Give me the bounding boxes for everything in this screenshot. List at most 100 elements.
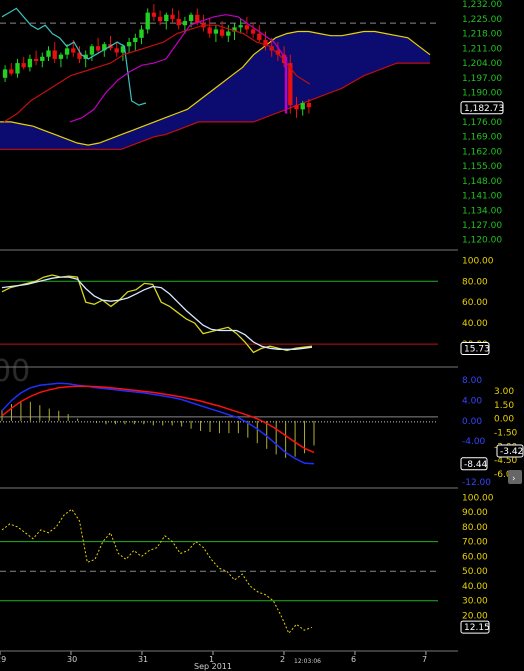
watermark-text: 00 bbox=[0, 354, 30, 389]
candle-body bbox=[89, 46, 95, 55]
candle-body bbox=[170, 14, 175, 19]
price-axis-label: 1,211.00 bbox=[462, 44, 502, 54]
osc-axis-label: 70.00 bbox=[462, 538, 488, 548]
price-axis-label: 1,190.00 bbox=[462, 89, 502, 99]
macd-left-axis-label: 8.00 bbox=[462, 376, 482, 386]
price-axis-label: 1,162.00 bbox=[462, 147, 502, 157]
candle-body bbox=[176, 18, 181, 26]
price-axis-label: 1,218.00 bbox=[462, 30, 502, 40]
candle-body bbox=[139, 29, 144, 38]
price-axis-label: 1,176.00 bbox=[462, 118, 502, 128]
candle-body bbox=[244, 25, 250, 30]
price-axis-label: 1,141.00 bbox=[462, 192, 502, 202]
candle-body bbox=[157, 16, 163, 22]
candle-body bbox=[213, 29, 219, 34]
candle-body bbox=[164, 14, 169, 22]
macd-left-axis-label: 4.00 bbox=[462, 397, 482, 407]
candle-body bbox=[40, 56, 45, 61]
x-time-label: 12:03:06 bbox=[294, 658, 321, 665]
x-tick-label: 2 bbox=[280, 655, 285, 664]
scroll-arrow-icon[interactable]: › bbox=[512, 474, 516, 484]
candle-body bbox=[226, 31, 231, 36]
price-axis-label: 1,204.00 bbox=[462, 59, 502, 69]
osc-axis-label: 100.00 bbox=[462, 493, 494, 503]
stoch-axis-label: 60.00 bbox=[462, 298, 488, 308]
osc-axis-label: 90.00 bbox=[462, 508, 488, 518]
osc-axis-label: 40.00 bbox=[462, 582, 488, 592]
candle-body bbox=[250, 29, 256, 34]
macd-last-value-left-text: -8.44 bbox=[464, 460, 488, 470]
candle-body bbox=[64, 48, 70, 55]
macd-left-axis-label: -4.00 bbox=[462, 437, 486, 447]
candle-body bbox=[182, 21, 188, 26]
stoch-axis-label: 40.00 bbox=[462, 319, 488, 329]
price-axis-label: 1,127.00 bbox=[462, 221, 502, 231]
scroll-handle[interactable]: › bbox=[508, 470, 522, 484]
macd-right-axis-label: -1.50 bbox=[494, 429, 518, 439]
candle-body bbox=[133, 37, 138, 43]
price-panel: 1,232.00 1,225.00 1,218.00 1,211.00 1,204.00… bbox=[0, 0, 502, 246]
x-tick-label: 29 bbox=[0, 655, 6, 664]
candle-body bbox=[52, 50, 57, 59]
price-axis-label: 1,155.00 bbox=[462, 162, 502, 172]
candle-body bbox=[207, 27, 212, 34]
x-tick-label: 30 bbox=[67, 655, 77, 664]
candle-body bbox=[21, 63, 26, 68]
candle-body bbox=[294, 105, 299, 110]
osc-axis-label: 80.00 bbox=[462, 523, 488, 533]
candle-body bbox=[46, 50, 51, 57]
candle-body bbox=[114, 48, 119, 53]
candle-body bbox=[33, 58, 39, 61]
x-month-label: Sep 2011 bbox=[194, 662, 232, 671]
candle-body bbox=[71, 48, 76, 53]
stoch-d-line bbox=[1, 276, 313, 350]
candle-body bbox=[306, 103, 312, 108]
candle-body bbox=[257, 33, 262, 40]
osc-axis-label: 50.00 bbox=[462, 567, 488, 577]
stoch-axis-label: 100.00 bbox=[462, 256, 494, 266]
x-axis: 2930311267Sep 201112:03:06 bbox=[0, 651, 427, 671]
macd-right-axis-label: 0.00 bbox=[494, 415, 514, 425]
macd-right-axis-label: 3.00 bbox=[494, 387, 514, 397]
candle-body bbox=[58, 54, 64, 59]
price-axis-label: 1,120.00 bbox=[462, 236, 502, 246]
osc-axis-label: 60.00 bbox=[462, 552, 488, 562]
oscillator-panel: 100.00 90.00 80.00 70.00 60.00 50.00 40.00 30.0… bbox=[0, 493, 494, 636]
candle-body bbox=[188, 14, 194, 22]
candle-body bbox=[300, 103, 305, 110]
x-tick-label: 6 bbox=[351, 655, 356, 664]
macd-last-value-right-text: -3.42 bbox=[500, 447, 523, 457]
price-last-value-text: 1,182.73 bbox=[464, 104, 504, 114]
candle-body bbox=[27, 58, 33, 68]
price-axis-label: 1,134.00 bbox=[462, 206, 502, 216]
osc-axis-label: 30.00 bbox=[462, 597, 488, 607]
candle-body bbox=[2, 69, 8, 78]
price-axis-label: 1,148.00 bbox=[462, 177, 502, 187]
osc-last-value-text: 12.15 bbox=[464, 623, 490, 633]
stoch-axis-label: 80.00 bbox=[462, 277, 488, 287]
candle-body bbox=[9, 69, 14, 74]
macd-left-axis-label: -12.00 bbox=[462, 478, 491, 488]
price-axis-label: 1,197.00 bbox=[462, 74, 502, 84]
price-axis-label: 1,169.00 bbox=[462, 133, 502, 143]
candle-body bbox=[126, 42, 132, 47]
ichimoku-cloud bbox=[0, 31, 430, 150]
price-axis-label: 1,232.00 bbox=[462, 0, 502, 10]
panel-separators bbox=[0, 249, 458, 652]
macd-right-axis-label: 1.50 bbox=[494, 401, 514, 411]
macd-left-axis-label: 0.00 bbox=[462, 417, 482, 427]
candle-body bbox=[151, 12, 157, 17]
osc-axis-label: 20.00 bbox=[462, 611, 488, 621]
candle-body bbox=[15, 63, 20, 74]
x-tick-label: 7 bbox=[422, 655, 427, 664]
macd-right-axis-label: -4.50 bbox=[494, 456, 518, 466]
stochastic-panel: 100.0080.0060.0040.0020.00 bbox=[0, 256, 494, 354]
price-axis-label: 1,225.00 bbox=[462, 15, 502, 25]
candle-body bbox=[238, 25, 243, 28]
candle-body bbox=[145, 12, 150, 30]
macd-panel: 008.004.000.00-4.00-8.00-12.003.001.500.… bbox=[0, 354, 518, 488]
candle-body bbox=[219, 29, 225, 36]
chart-canvas: 1,232.00 1,225.00 1,218.00 1,211.00 1,204.00… bbox=[0, 0, 524, 671]
stoch-last-value-text: 15.73 bbox=[464, 345, 490, 355]
x-tick-label: 31 bbox=[138, 655, 148, 664]
